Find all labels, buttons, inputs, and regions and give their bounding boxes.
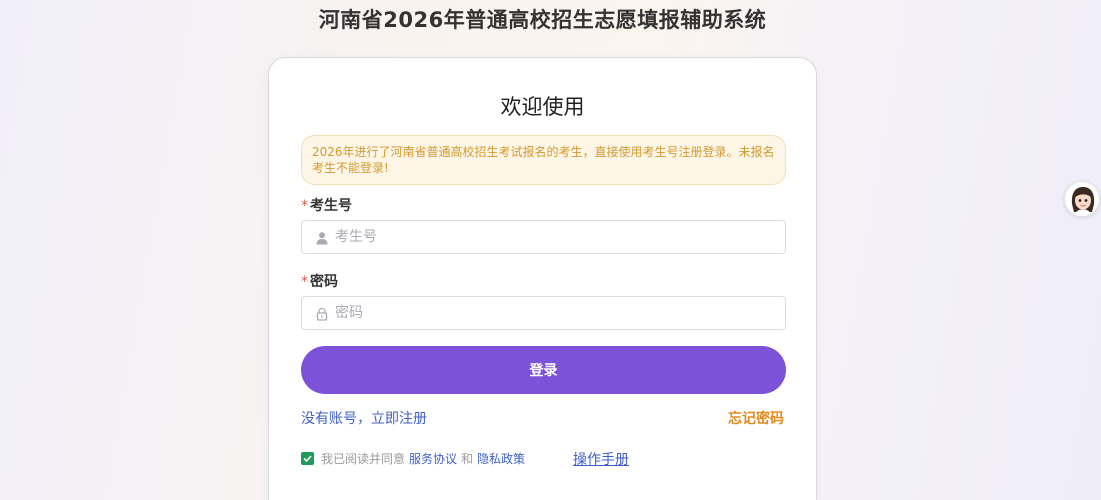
lock-icon <box>315 306 329 321</box>
privacy-policy-link[interactable]: 隐私政策 <box>477 450 525 467</box>
checkmark-icon <box>303 454 312 462</box>
agreement-checkbox[interactable] <box>301 451 314 465</box>
agreement-and: 和 <box>461 451 474 466</box>
login-button[interactable]: 登录 <box>301 346 786 394</box>
exam-id-input[interactable] <box>335 221 775 253</box>
required-mark: * <box>301 198 308 214</box>
notice-alert: 2026年进行了河南省普通高校招生考试报名的考生，直接使用考生号注册登录。未报名… <box>301 135 786 185</box>
assistant-avatar-icon <box>1065 182 1099 216</box>
manual-link[interactable]: 操作手册 <box>573 449 629 469</box>
user-icon <box>315 230 329 245</box>
exam-id-label-text: 考生号 <box>310 198 352 214</box>
agreement-row: 我已阅读并同意 服务协议 和 隐私政策 <box>301 450 529 466</box>
login-card: 欢迎使用 2026年进行了河南省普通高校招生考试报名的考生，直接使用考生号注册登… <box>268 57 817 500</box>
password-field[interactable] <box>301 296 786 330</box>
password-label-text: 密码 <box>310 274 338 290</box>
welcome-heading: 欢迎使用 <box>500 95 585 119</box>
register-link[interactable]: 没有账号，立即注册 <box>301 408 427 428</box>
page-title: 河南省2026年普通高校招生志愿填报辅助系统 <box>318 8 767 32</box>
assistant-avatar-button[interactable] <box>1064 181 1100 217</box>
forgot-password-link[interactable]: 忘记密码 <box>728 408 784 428</box>
required-mark: * <box>301 274 308 290</box>
password-label: * 密码 <box>301 271 338 291</box>
agreement-prefix: 我已阅读并同意 <box>321 451 406 466</box>
service-agreement-link[interactable]: 服务协议 <box>409 450 457 467</box>
password-input[interactable] <box>335 297 775 329</box>
exam-id-label: * 考生号 <box>301 195 352 215</box>
exam-id-field[interactable] <box>301 220 786 254</box>
